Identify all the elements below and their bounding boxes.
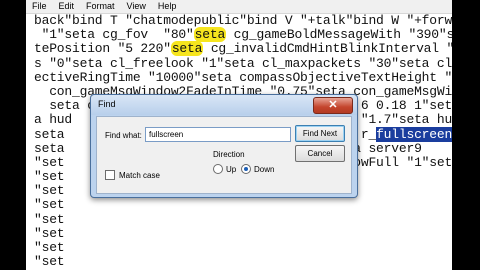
menu-view[interactable]: View xyxy=(121,0,152,13)
editor-line: "set xyxy=(34,225,65,241)
cancel-button[interactable]: Cancel xyxy=(295,145,345,162)
editor-line: "set xyxy=(34,254,65,270)
direction-up-radio[interactable] xyxy=(213,164,223,174)
dialog-body: Find what: fullscreen Find Next Cancel D… xyxy=(96,116,352,194)
find-dialog: Find ✕ Find what: fullscreen Find Next C… xyxy=(90,94,358,198)
menu-help[interactable]: Help xyxy=(152,0,183,13)
close-icon: ✕ xyxy=(328,99,338,111)
editor-text: tePosition "5 220" xyxy=(34,41,171,57)
editor-line: tePosition "5 220"seta cg_invalidCmdHint… xyxy=(34,41,452,57)
match-case-label: Match case xyxy=(119,170,160,180)
match-case-option[interactable]: Match case xyxy=(105,170,160,180)
menu-edit[interactable]: Edit xyxy=(53,0,81,13)
editor-text: cg_invalidCmdHintBlinkInterval "600" xyxy=(210,41,452,57)
cursor-highlight: seta xyxy=(193,27,227,43)
editor-line: back"bind T "chatmodepublic"bind V "+tal… xyxy=(34,13,452,28)
direction-down-radio[interactable] xyxy=(241,164,251,174)
editor-line: "1"seta cg_fov "80"seta cg_gameBoldMessa… xyxy=(34,27,452,43)
match-case-checkbox[interactable] xyxy=(105,170,115,180)
editor-line: "set xyxy=(34,211,65,227)
editor-text: cg_gameBoldMessageWith "390"seta xyxy=(226,27,452,43)
cursor-highlight: seta xyxy=(170,41,204,57)
notepad-window: File Edit Format View Help back"bind T "chat… xyxy=(26,0,452,270)
direction-down-option[interactable]: Down xyxy=(241,164,274,174)
editor-line: s "0"seta cl_freelook "1"seta cl_maxpack… xyxy=(34,55,452,71)
dialog-titlebar[interactable]: Find ✕ xyxy=(91,95,357,115)
editor-line: "set xyxy=(34,197,65,213)
find-what-input[interactable]: fullscreen xyxy=(145,127,291,142)
find-what-label: Find what: xyxy=(105,131,142,140)
direction-label: Direction xyxy=(213,150,245,159)
close-button[interactable]: ✕ xyxy=(313,97,353,114)
dialog-title: Find xyxy=(98,99,116,109)
editor-line: "set xyxy=(34,240,65,255)
direction-up-label: Up xyxy=(226,164,237,174)
find-next-button[interactable]: Find Next xyxy=(295,125,345,142)
editor-line: ectiveRingTime "10000"seta compassObject… xyxy=(34,69,452,85)
menu-file[interactable]: File xyxy=(26,0,53,13)
editor-text: "1"seta cg_fov "80" xyxy=(34,27,194,43)
menu-format[interactable]: Format xyxy=(80,0,121,13)
menu-bar: File Edit Format View Help xyxy=(26,0,452,14)
search-match-selection: fullscreen xyxy=(376,126,452,142)
direction-down-label: Down xyxy=(254,164,275,174)
direction-up-option[interactable]: Up xyxy=(213,164,236,174)
